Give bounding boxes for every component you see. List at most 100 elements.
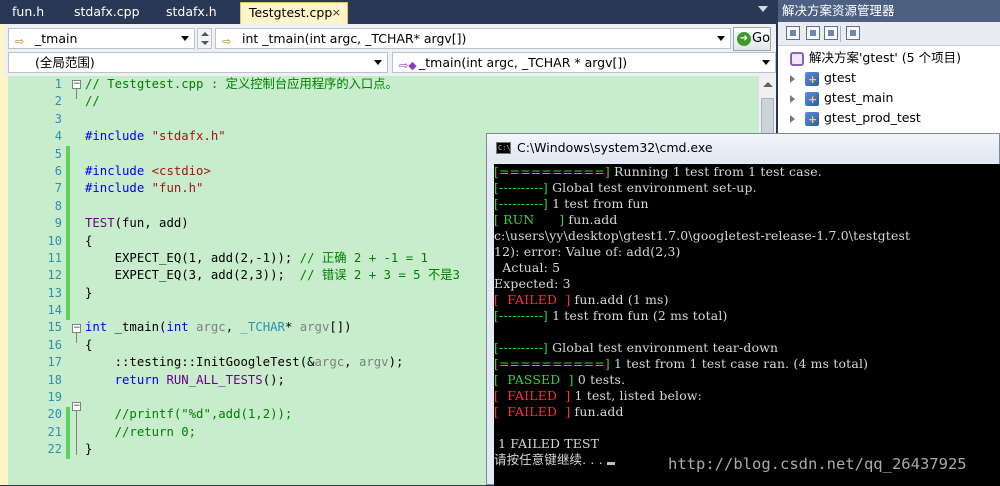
tab-fun-h[interactable]: fun.h xyxy=(4,2,68,24)
fold-toggle[interactable]: − xyxy=(72,324,81,333)
properties-icon[interactable] xyxy=(786,26,800,40)
close-icon[interactable]: × xyxy=(332,3,341,23)
go-icon: ➜ xyxy=(737,32,751,46)
project-icon xyxy=(805,70,819,90)
chevron-down-icon xyxy=(374,60,382,65)
tab-stdafx-h[interactable]: stdafx.h xyxy=(158,2,238,24)
project-node-gtest[interactable]: gtest xyxy=(790,68,856,90)
view-class-diagram-icon[interactable] xyxy=(846,26,860,40)
console-line: Actual: 5 xyxy=(494,260,561,275)
code-line: TEST(fun, add) xyxy=(85,216,189,231)
scope-combo[interactable]: ⇨ _tmain xyxy=(8,28,195,49)
code-line: // Testgtest.cpp : 定义控制台应用程序的入口点。 xyxy=(85,77,398,91)
code-line: } xyxy=(85,442,93,457)
solution-explorer-title: 解决方案资源管理器 xyxy=(778,0,1000,22)
line-number: 18 xyxy=(47,372,62,387)
editor-margin xyxy=(0,76,8,485)
line-number: 13 xyxy=(47,285,62,300)
project-label: gtest_prod_test xyxy=(824,110,921,125)
code-text[interactable]: // Testgtest.cpp : 定义控制台应用程序的入口点。 // #in… xyxy=(85,76,460,459)
expand-icon[interactable] xyxy=(790,74,795,83)
console-line: [----------] 1 test from fun xyxy=(494,196,649,211)
code-line: //printf("%d",add(1,2)); xyxy=(114,407,293,422)
solution-explorer-toolbar xyxy=(778,22,1000,46)
code-line: ::testing::InitGoogleTest(&argc, argv); xyxy=(85,355,404,370)
code-line: //return 0; xyxy=(114,424,197,439)
go-button[interactable]: ➜ Go xyxy=(733,27,771,51)
scope-spinner[interactable] xyxy=(197,28,212,49)
line-number: 20 xyxy=(47,407,62,422)
project-label: gtest xyxy=(824,70,856,85)
expand-icon[interactable] xyxy=(790,114,795,123)
solution-label: 解决方案'gtest' (5 个项目) xyxy=(809,50,961,65)
line-number: 9 xyxy=(54,216,62,231)
project-icon xyxy=(805,110,819,130)
console-line: [ FAILED ] fun.add (1 ms) xyxy=(494,292,669,307)
line-number: 1 xyxy=(54,77,62,91)
line-number: 15 xyxy=(47,320,62,335)
code-line: int _tmain(int argc, _TCHAR* argv[]) xyxy=(85,320,352,335)
member-combo[interactable]: ⇨◆ _tmain(int argc, _TCHAR * argv[]) xyxy=(392,52,776,73)
tab-list-dropdown-icon[interactable] xyxy=(758,6,768,12)
member-combo-value: _tmain(int argc, _TCHAR * argv[]) xyxy=(419,55,628,70)
line-number: 22 xyxy=(47,442,62,457)
console-line: 1 FAILED TEST xyxy=(494,436,600,451)
console-window[interactable]: C:\ C:\Windows\system32\cmd.exe [=======… xyxy=(486,133,1000,486)
project-icon xyxy=(805,90,819,110)
console-line: [ RUN ] fun.add xyxy=(494,212,618,227)
chevron-down-icon xyxy=(717,36,725,41)
code-line: // xyxy=(85,94,100,109)
code-line: EXPECT_EQ(3, add(2,3)); // 错误 2 + 3 = 5 … xyxy=(85,268,460,283)
code-line: EXPECT_EQ(1, add(2,-1)); // 正确 2 + -1 = … xyxy=(85,250,428,265)
project-combo-value: (全局范围) xyxy=(35,55,95,70)
line-number: 7 xyxy=(54,181,62,196)
solution-icon xyxy=(790,51,804,66)
refresh-icon[interactable] xyxy=(824,26,838,40)
console-line: [----------] Global test environment set… xyxy=(494,180,757,195)
fold-toggle[interactable]: − xyxy=(72,80,81,89)
code-line: return RUN_ALL_TESTS(); xyxy=(114,372,285,387)
line-number: 19 xyxy=(47,390,62,405)
console-output[interactable]: [==========] Running 1 test from 1 test … xyxy=(494,164,1000,486)
chevron-down-icon xyxy=(181,36,189,41)
show-all-files-icon[interactable] xyxy=(806,26,820,40)
line-number: 16 xyxy=(47,337,62,352)
scroll-up-icon[interactable] xyxy=(763,82,773,87)
tab-label: stdafx.cpp xyxy=(74,4,140,19)
navigation-bar: ⇨ _tmain ⇨ int _tmain(int argc, _TCHAR* … xyxy=(0,24,776,76)
line-number-gutter: 1 2 3 4 5 6 7 8 9 10 11 12 13 14 15 16 17 18 19 20 21 22 xyxy=(30,76,62,459)
project-node-gtest-main[interactable]: gtest_main xyxy=(790,88,894,110)
function-combo[interactable]: ⇨ int _tmain(int argc, _TCHAR* argv[]) xyxy=(215,28,731,49)
text-cursor xyxy=(606,462,615,465)
tab-label: Testgtest.cpp xyxy=(249,5,333,20)
function-combo-value: int _tmain(int argc, _TCHAR* argv[]) xyxy=(242,31,467,46)
project-combo[interactable]: (全局范围) xyxy=(8,52,388,73)
console-line: [ FAILED ] 1 test, listed below: xyxy=(494,388,703,403)
console-line: [ FAILED ] fun.add xyxy=(494,404,624,419)
console-icon: C:\ xyxy=(496,142,511,154)
chevron-down-icon xyxy=(762,60,770,65)
project-node-gtest-prod-test[interactable]: gtest_prod_test xyxy=(790,108,921,130)
console-titlebar[interactable]: C:\ C:\Windows\system32\cmd.exe xyxy=(487,134,999,162)
solution-node[interactable]: 解决方案'gtest' (5 个项目) xyxy=(790,48,961,68)
line-number: 6 xyxy=(54,163,62,178)
expand-icon[interactable] xyxy=(790,94,795,103)
line-number: 11 xyxy=(47,250,62,265)
change-marker xyxy=(66,406,70,459)
console-line: [==========] 1 test from 1 test case ran… xyxy=(494,356,869,371)
project-label: gtest_main xyxy=(824,90,894,105)
tab-testgtest-cpp[interactable]: Testgtest.cpp × xyxy=(240,2,348,24)
console-line: [==========] Running 1 test from 1 test … xyxy=(494,164,822,179)
line-number: 14 xyxy=(47,303,62,318)
tab-stdafx-cpp[interactable]: stdafx.cpp xyxy=(66,2,158,24)
line-number: 8 xyxy=(54,198,62,213)
fold-toggle[interactable]: − xyxy=(72,402,81,411)
line-number: 10 xyxy=(47,233,62,248)
console-title: C:\Windows\system32\cmd.exe xyxy=(517,140,713,155)
tab-label: fun.h xyxy=(12,4,45,19)
code-line: #include "fun.h" xyxy=(85,181,204,196)
line-number: 4 xyxy=(54,129,62,144)
